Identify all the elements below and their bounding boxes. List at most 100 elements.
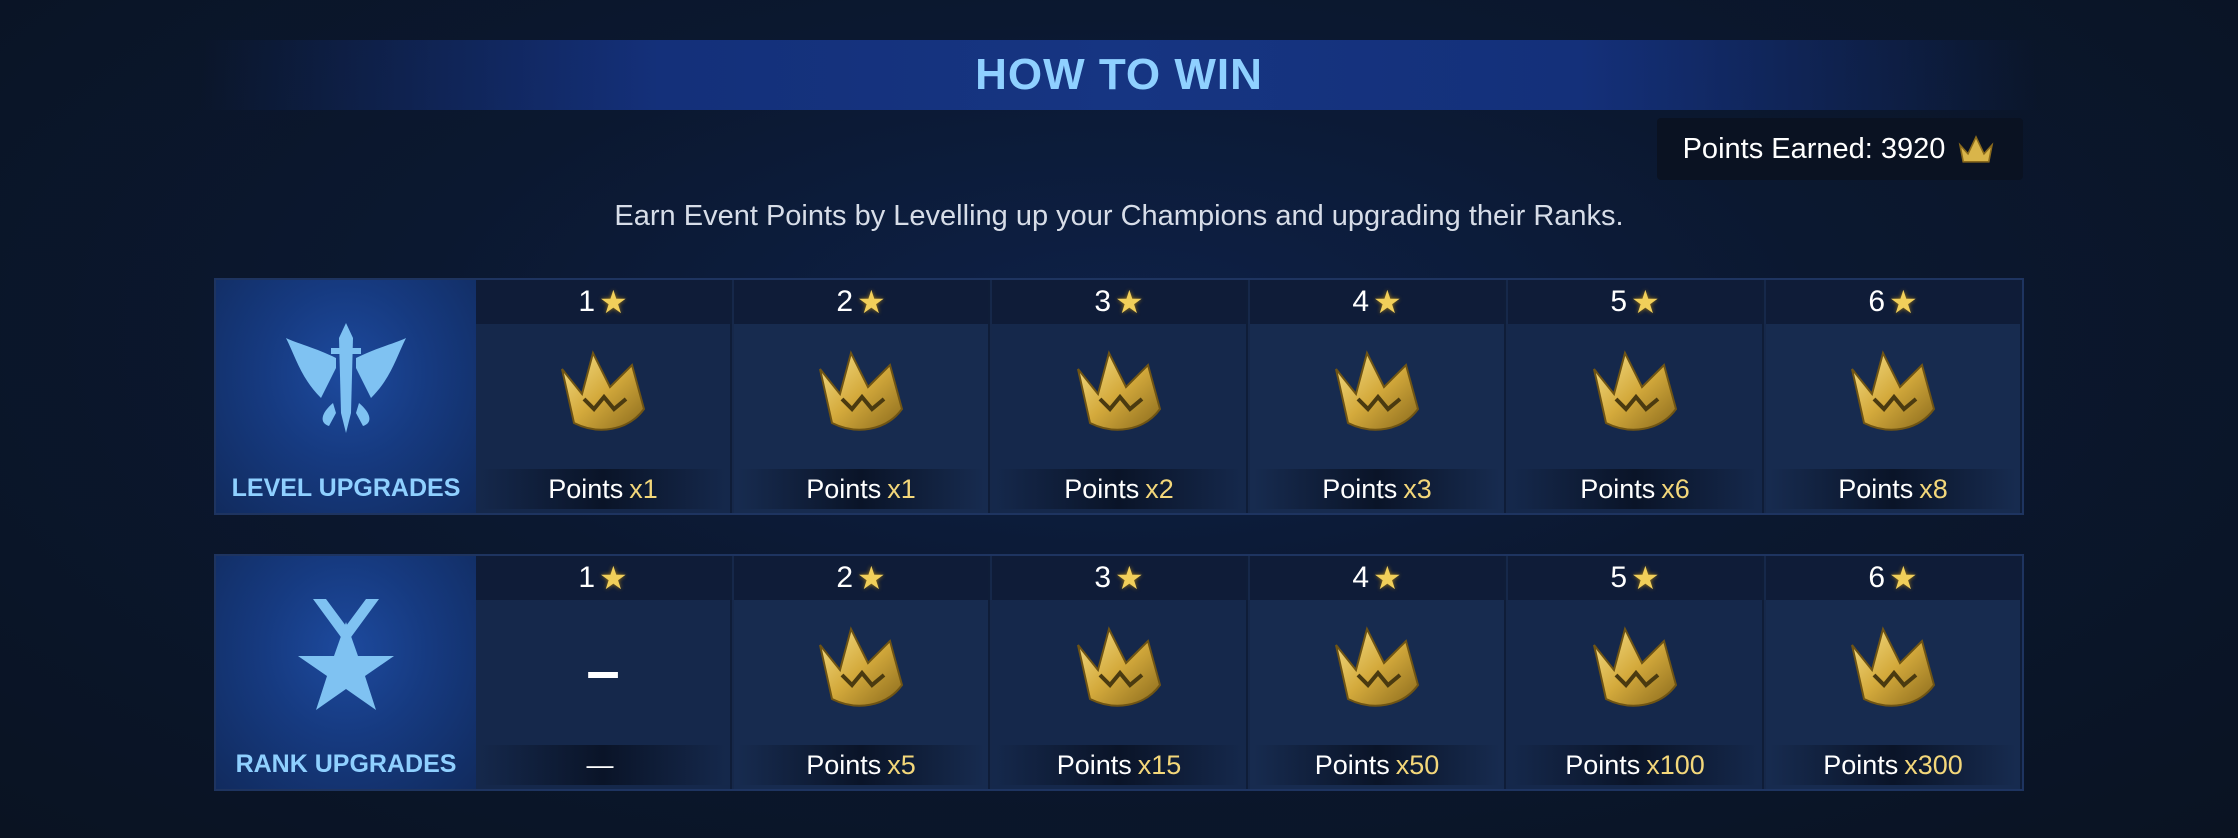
tier-reward [992, 324, 1246, 464]
star-icon: ★ [1115, 284, 1144, 320]
crown-icon [1077, 626, 1162, 707]
level-upgrades-tier-4: 4 ★ Points x3 [1250, 280, 1506, 513]
points-label: Points [1314, 749, 1390, 780]
tier-reward [1766, 600, 2020, 740]
tier-star-count: 4 [1352, 561, 1369, 594]
level-upgrades-tier-2: 2 ★ Points x1 [734, 280, 990, 513]
tier-reward [734, 324, 988, 464]
crown-icon [561, 350, 646, 431]
tier-points: Points x15 [996, 745, 1242, 785]
points-label: Points [806, 473, 882, 504]
star-icon: ★ [1373, 560, 1402, 596]
tier-points: Points x5 [738, 745, 984, 785]
subtitle: Earn Event Points by Levelling up your C… [614, 200, 1624, 232]
star-icon: ★ [1115, 560, 1144, 596]
crown-icon [1851, 350, 1936, 431]
star-icon: ★ [1889, 560, 1918, 596]
tier-reward [1508, 600, 1762, 740]
tier-star-count: 3 [1094, 285, 1111, 318]
level-upgrades-label: LEVEL UPGRADES [231, 474, 461, 502]
level-upgrades-category: LEVEL UPGRADES [216, 280, 476, 513]
rank-upgrades-tier-4: 4 ★ Points x50 [1250, 556, 1506, 789]
crown-icon [1335, 350, 1420, 431]
rank-upgrades-panel: RANK UPGRADES 1 ★ – —2 ★ Points x5 3 ★ Points x15 4… [214, 554, 2024, 791]
tier-points: Points x6 [1512, 469, 1758, 509]
star-medal-icon [281, 594, 411, 714]
tier-star-count: 5 [1610, 285, 1627, 318]
tier-reward: – [476, 600, 730, 740]
crown-icon [819, 350, 904, 431]
tier-points: Points x3 [1254, 469, 1500, 509]
tier-star-count: 2 [836, 285, 853, 318]
tier-star-header: 2 ★ [734, 280, 988, 324]
points-multiplier: x300 [1904, 749, 1963, 780]
points-label: Points [1580, 473, 1656, 504]
points-multiplier: x6 [1661, 473, 1690, 504]
points-multiplier: x15 [1137, 749, 1182, 780]
rank-upgrades-tier-1: 1 ★ – — [476, 556, 732, 789]
tier-star-count: 6 [1868, 285, 1885, 318]
points-multiplier: x1 [629, 473, 658, 504]
tier-reward [476, 324, 730, 464]
level-upgrades-tier-6: 6 ★ Points x8 [1766, 280, 2022, 513]
points-multiplier: x1 [887, 473, 916, 504]
page-title: HOW TO WIN [975, 50, 1263, 99]
rank-upgrades-tier-5: 5 ★ Points x100 [1508, 556, 1764, 789]
points-multiplier: x2 [1145, 473, 1174, 504]
rank-upgrades-tier-3: 3 ★ Points x15 [992, 556, 1248, 789]
star-icon: ★ [599, 560, 628, 596]
crown-icon [1851, 626, 1936, 707]
star-icon: ★ [1631, 560, 1660, 596]
star-icon: ★ [599, 284, 628, 320]
crown-icon [1077, 350, 1162, 431]
tier-points: Points x300 [1770, 745, 2016, 785]
points-label: Points [806, 749, 882, 780]
points-earned-label: Points Earned: 3920 [1682, 132, 1946, 165]
title-banner: HOW TO WIN [200, 40, 2038, 110]
tier-star-count: 5 [1610, 561, 1627, 594]
tier-star-count: 3 [1094, 561, 1111, 594]
tier-points: Points x100 [1512, 745, 1758, 785]
points-label: Points [1056, 749, 1132, 780]
tier-star-header: 4 ★ [1250, 556, 1504, 600]
crown-icon [819, 626, 904, 707]
tier-star-header: 6 ★ [1766, 556, 2020, 600]
tier-points: — [480, 745, 726, 785]
tier-reward [1766, 324, 2020, 464]
tier-star-count: 1 [578, 561, 595, 594]
tier-star-header: 4 ★ [1250, 280, 1504, 324]
rank-upgrades-tier-2: 2 ★ Points x5 [734, 556, 990, 789]
tier-reward [992, 600, 1246, 740]
tier-reward [1508, 324, 1762, 464]
star-icon: ★ [857, 284, 886, 320]
tier-points: Points x1 [738, 469, 984, 509]
tier-star-header: 3 ★ [992, 280, 1246, 324]
rank-upgrades-category: RANK UPGRADES [216, 556, 476, 789]
tier-star-header: 2 ★ [734, 556, 988, 600]
level-upgrades-tier-5: 5 ★ Points x6 [1508, 280, 1764, 513]
tier-points: Points x50 [1254, 745, 1500, 785]
no-reward-dash: – [586, 636, 620, 704]
rank-upgrades-label: RANK UPGRADES [235, 750, 457, 778]
points-label: Points [1322, 473, 1398, 504]
star-icon: ★ [1631, 284, 1660, 320]
tier-star-header: 1 ★ [476, 280, 730, 324]
tier-star-header: 3 ★ [992, 556, 1246, 600]
points-label: Points [1823, 749, 1899, 780]
tier-points: Points x1 [480, 469, 726, 509]
tier-reward [734, 600, 988, 740]
star-icon: ★ [857, 560, 886, 596]
tier-points: Points x2 [996, 469, 1242, 509]
level-upgrades-tier-3: 3 ★ Points x2 [992, 280, 1248, 513]
rank-upgrades-tier-6: 6 ★ Points x300 [1766, 556, 2022, 789]
tier-points: Points x8 [1770, 469, 2016, 509]
points-multiplier: x5 [887, 749, 916, 780]
points-multiplier: x50 [1395, 749, 1440, 780]
tier-reward [1250, 324, 1504, 464]
points-label: — [586, 749, 614, 780]
points-multiplier: x100 [1646, 749, 1705, 780]
tier-star-count: 6 [1868, 561, 1885, 594]
points-label: Points [1565, 749, 1641, 780]
tier-star-header: 5 ★ [1508, 280, 1762, 324]
star-icon: ★ [1373, 284, 1402, 320]
